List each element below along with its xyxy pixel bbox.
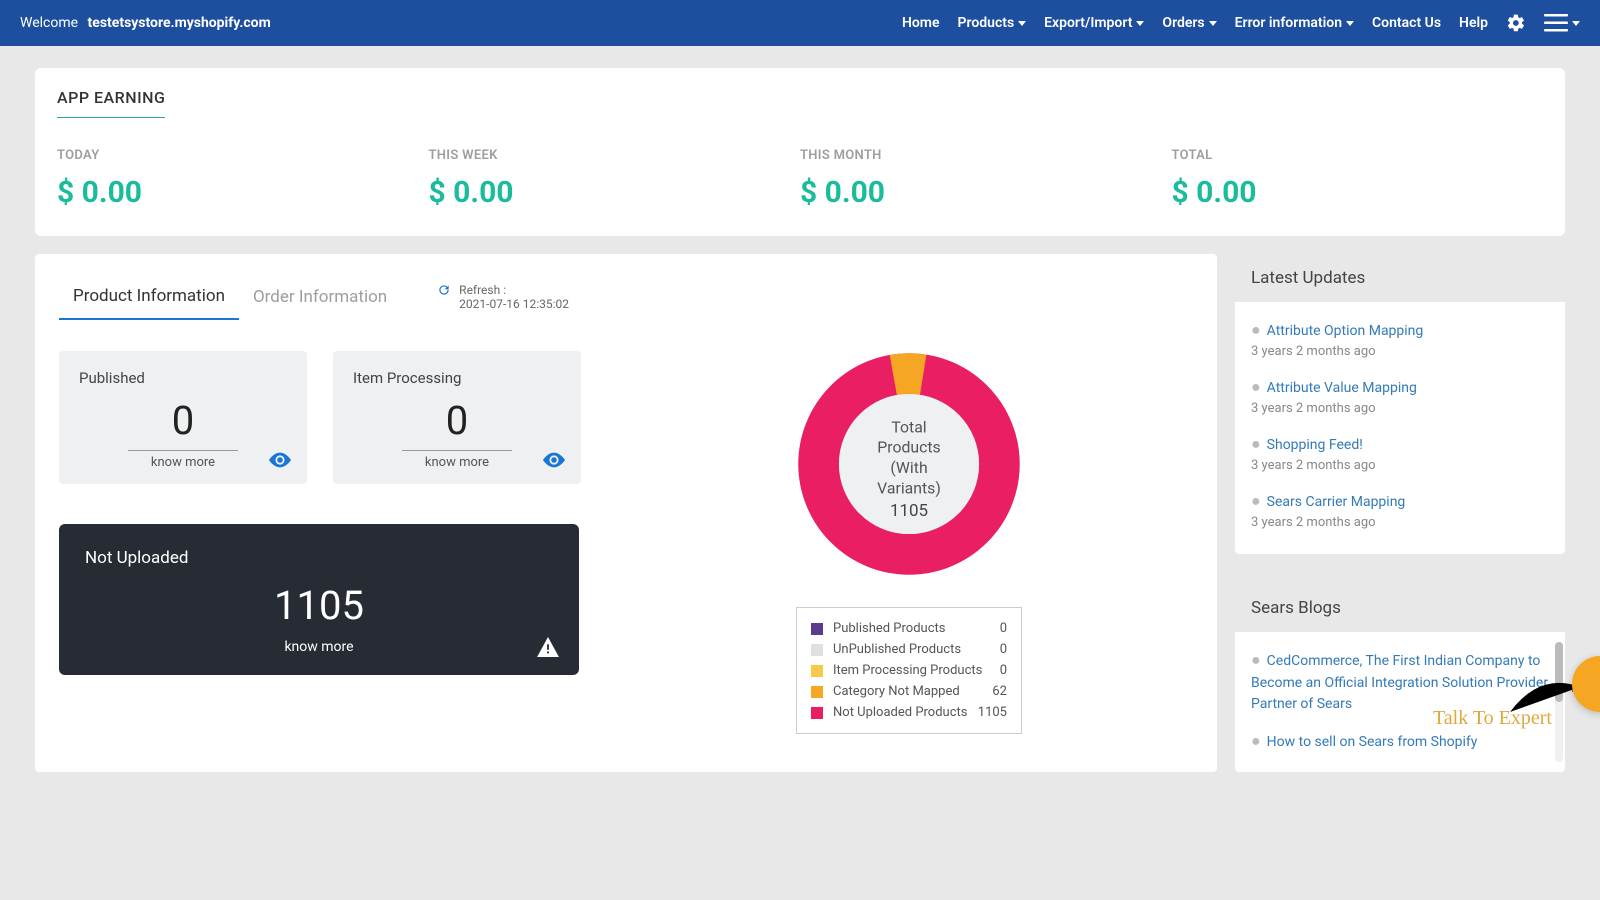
chat-bubble-icon[interactable]	[1572, 656, 1600, 712]
sears-blogs-panel: Sears Blogs ●CedCommerce, The First Indi…	[1235, 584, 1565, 772]
nav-help[interactable]: Help	[1459, 15, 1488, 31]
blog-item: ●How to sell on Sears from Shopify	[1251, 723, 1549, 761]
donut-chart-wrap: Total Products (With Variants) 1105 Publ…	[625, 351, 1193, 734]
svg-text:(With: (With	[890, 458, 927, 477]
scrollbar-thumb[interactable]	[1555, 642, 1563, 702]
earning-this-week: THIS WEEK $ 0.00	[429, 148, 801, 210]
right-column: Latest Updates ●Attribute Option Mapping…	[1235, 254, 1565, 772]
chart-legend: Published Products 0 UnPublished Product…	[796, 607, 1022, 734]
earning-this-month: THIS MONTH $ 0.00	[800, 148, 1172, 210]
nav-contact-us[interactable]: Contact Us	[1372, 15, 1441, 31]
top-navbar: Welcome testetsystore.myshopify.com Home…	[0, 0, 1600, 46]
refresh-timestamp: 2021-07-16 12:35:02	[459, 297, 569, 311]
earning-today: TODAY $ 0.00	[57, 148, 429, 210]
tab-order-information[interactable]: Order Information	[239, 275, 401, 319]
legend-row: Not Uploaded Products 1105	[811, 702, 1007, 723]
know-more-published[interactable]: know more	[79, 455, 287, 470]
update-link[interactable]: Attribute Value Mapping	[1267, 380, 1417, 396]
legend-swatch	[811, 686, 823, 698]
refresh-icon[interactable]	[437, 283, 451, 300]
donut-chart: Total Products (With Variants) 1105	[796, 351, 1022, 577]
legend-row: Item Processing Products 0	[811, 660, 1007, 681]
caret-down-icon	[1209, 21, 1217, 26]
caret-down-icon	[1018, 21, 1026, 26]
refresh-label: Refresh :	[459, 283, 569, 297]
blog-item: ●CedCommerce, The First Indian Company t…	[1251, 642, 1549, 723]
latest-updates-panel: Latest Updates ●Attribute Option Mapping…	[1235, 254, 1565, 554]
earning-total: TOTAL $ 0.00	[1172, 148, 1544, 210]
know-more-item-processing[interactable]: know more	[353, 455, 561, 470]
legend-swatch	[811, 644, 823, 656]
update-link[interactable]: Attribute Option Mapping	[1267, 323, 1424, 339]
app-earning-heading: APP EARNING	[57, 88, 165, 118]
legend-swatch	[811, 665, 823, 677]
info-left: Published 0 know more Item Processing 0 …	[59, 351, 599, 734]
update-item: ●Sears Carrier Mapping 3 years 2 months …	[1251, 483, 1549, 540]
svg-text:Total: Total	[891, 417, 926, 436]
refresh-block[interactable]: Refresh : 2021-07-16 12:35:02	[437, 283, 569, 311]
eye-icon[interactable]	[543, 452, 565, 472]
earning-row: TODAY $ 0.00 THIS WEEK $ 0.00 THIS MONTH…	[57, 148, 1543, 210]
legend-row: Category Not Mapped 62	[811, 681, 1007, 702]
blog-link[interactable]: CedCommerce, The First Indian Company to…	[1251, 653, 1548, 712]
nav-export-import[interactable]: Export/Import	[1044, 15, 1144, 31]
update-item: ●Shopping Feed! 3 years 2 months ago	[1251, 426, 1549, 483]
app-earning-panel: APP EARNING TODAY $ 0.00 THIS WEEK $ 0.0…	[35, 68, 1565, 236]
card-item-processing: Item Processing 0 know more	[333, 351, 581, 484]
welcome-text: Welcome testetsystore.myshopify.com	[20, 15, 271, 31]
update-item: ●Attribute Value Mapping 3 years 2 month…	[1251, 369, 1549, 426]
legend-row: Published Products 0	[811, 618, 1007, 639]
caret-down-icon	[1346, 21, 1354, 26]
card-published: Published 0 know more	[59, 351, 307, 484]
legend-swatch	[811, 707, 823, 719]
blog-link[interactable]: How to sell on Sears from Shopify	[1267, 734, 1478, 750]
nav-products[interactable]: Products	[958, 15, 1027, 31]
nav-error-info[interactable]: Error information	[1235, 15, 1354, 31]
blog-item: ●How to increase sales at Sears?	[1251, 760, 1549, 772]
eye-icon[interactable]	[269, 452, 291, 472]
know-more-not-uploaded[interactable]: know more	[85, 639, 553, 655]
nav-home[interactable]: Home	[902, 15, 940, 31]
tabs: Product Information Order Information Re…	[59, 274, 1193, 321]
update-link[interactable]: Sears Carrier Mapping	[1267, 494, 1406, 510]
update-item: ●Attribute Option Mapping 3 years 2 mont…	[1251, 312, 1549, 369]
info-grid: Published 0 know more Item Processing 0 …	[59, 351, 1193, 734]
svg-text:Variants): Variants)	[877, 478, 941, 497]
store-domain: testetsystore.myshopify.com	[88, 15, 271, 31]
legend-row: UnPublished Products 0	[811, 639, 1007, 660]
caret-down-icon	[1136, 21, 1144, 26]
stat-cards: Published 0 know more Item Processing 0 …	[59, 351, 599, 484]
update-link[interactable]: Shopping Feed!	[1267, 437, 1363, 453]
latest-updates-body: ●Attribute Option Mapping 3 years 2 mont…	[1235, 302, 1565, 554]
caret-down-icon	[1572, 21, 1580, 26]
gear-icon[interactable]	[1506, 13, 1526, 33]
hamburger-menu-icon[interactable]	[1544, 14, 1580, 32]
warning-icon	[537, 637, 559, 661]
nav-orders[interactable]: Orders	[1162, 15, 1216, 31]
blog-link[interactable]: How to increase sales at Sears?	[1267, 771, 1465, 772]
legend-swatch	[811, 623, 823, 635]
sears-blogs-body: ●CedCommerce, The First Indian Company t…	[1235, 632, 1565, 772]
welcome-label: Welcome	[20, 15, 78, 31]
card-not-uploaded: Not Uploaded 1105 know more	[59, 524, 579, 675]
product-info-panel: Product Information Order Information Re…	[35, 254, 1217, 772]
sears-blogs-heading: Sears Blogs	[1235, 584, 1565, 632]
svg-text:Products: Products	[877, 438, 940, 457]
main-row: Product Information Order Information Re…	[35, 254, 1565, 772]
svg-text:1105: 1105	[890, 501, 928, 521]
latest-updates-heading: Latest Updates	[1235, 254, 1565, 302]
nav-right: Home Products Export/Import Orders Error…	[902, 13, 1580, 33]
tab-product-information[interactable]: Product Information	[59, 274, 239, 320]
